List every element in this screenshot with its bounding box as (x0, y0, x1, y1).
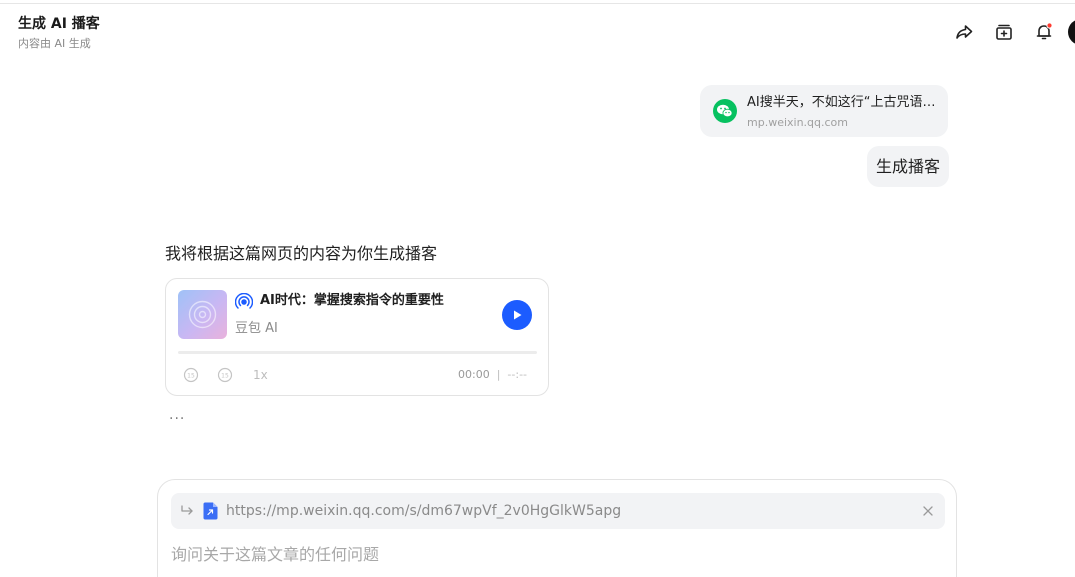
page-title: 生成 AI 播客 (18, 16, 100, 32)
forward-15-icon[interactable]: 15 (217, 367, 233, 383)
user-message-bubble: 生成播客 (867, 146, 950, 187)
user-avatar[interactable] (1068, 19, 1075, 45)
podcast-time-display: 00:00 | --:-- (458, 368, 527, 382)
document-link-icon (203, 502, 218, 520)
notification-button[interactable] (1033, 21, 1055, 43)
playback-speed-button[interactable]: 1x (253, 367, 268, 383)
close-icon[interactable] (921, 504, 935, 518)
message-composer: https://mp.weixin.qq.com/s/dm67wpVf_2v0H… (157, 479, 957, 577)
assistant-message: 我将根据这篇网页的内容为你生成播客 (165, 244, 438, 263)
wechat-icon (713, 99, 737, 123)
rewind-15-icon[interactable]: 15 (183, 367, 199, 383)
play-icon (514, 310, 522, 320)
reply-arrow-icon (181, 505, 193, 515)
podcast-author: 豆包 AI (235, 321, 278, 336)
share-button[interactable] (953, 21, 975, 43)
reference-chip: https://mp.weixin.qq.com/s/dm67wpVf_2v0H… (171, 493, 945, 529)
podcast-play-button[interactable] (502, 300, 532, 330)
page-subtitle: 内容由 AI 生成 (18, 37, 91, 50)
question-input[interactable] (171, 542, 941, 566)
top-divider (0, 3, 1075, 4)
shared-link-title: AI搜半天，不如这行“上古咒语”-51CTO.COM (747, 95, 937, 110)
shared-link-card[interactable]: AI搜半天，不如这行“上古咒语”-51CTO.COM mp.weixin.qq.… (700, 85, 948, 137)
podcast-title: AI时代：掌握搜索指令的重要性 (260, 293, 444, 308)
notification-bell-icon (1036, 22, 1053, 40)
share-icon (956, 25, 973, 39)
podcast-progress-bar[interactable] (178, 351, 537, 354)
podcast-cover-image (178, 290, 227, 339)
svg-text:15: 15 (221, 373, 229, 380)
podcast-duration: --:-- (507, 368, 528, 381)
time-separator: | (496, 368, 501, 381)
svg-text:15: 15 (187, 373, 195, 380)
add-to-collection-button[interactable] (993, 21, 1015, 43)
podcast-cover-signal-icon (188, 300, 217, 329)
add-to-collection-icon (996, 24, 1012, 40)
shared-link-domain: mp.weixin.qq.com (747, 116, 849, 129)
reference-url: https://mp.weixin.qq.com/s/dm67wpVf_2v0H… (226, 503, 622, 519)
podcast-current-time: 00:00 (458, 368, 490, 381)
podcast-radio-icon (235, 293, 253, 309)
page-header: 生成 AI 播客 内容由 AI 生成 (18, 15, 100, 51)
loading-indicator: ··· (169, 411, 186, 427)
podcast-player-card: AI时代：掌握搜索指令的重要性 豆包 AI 15 15 1x 00:00 | --:… (165, 278, 549, 396)
